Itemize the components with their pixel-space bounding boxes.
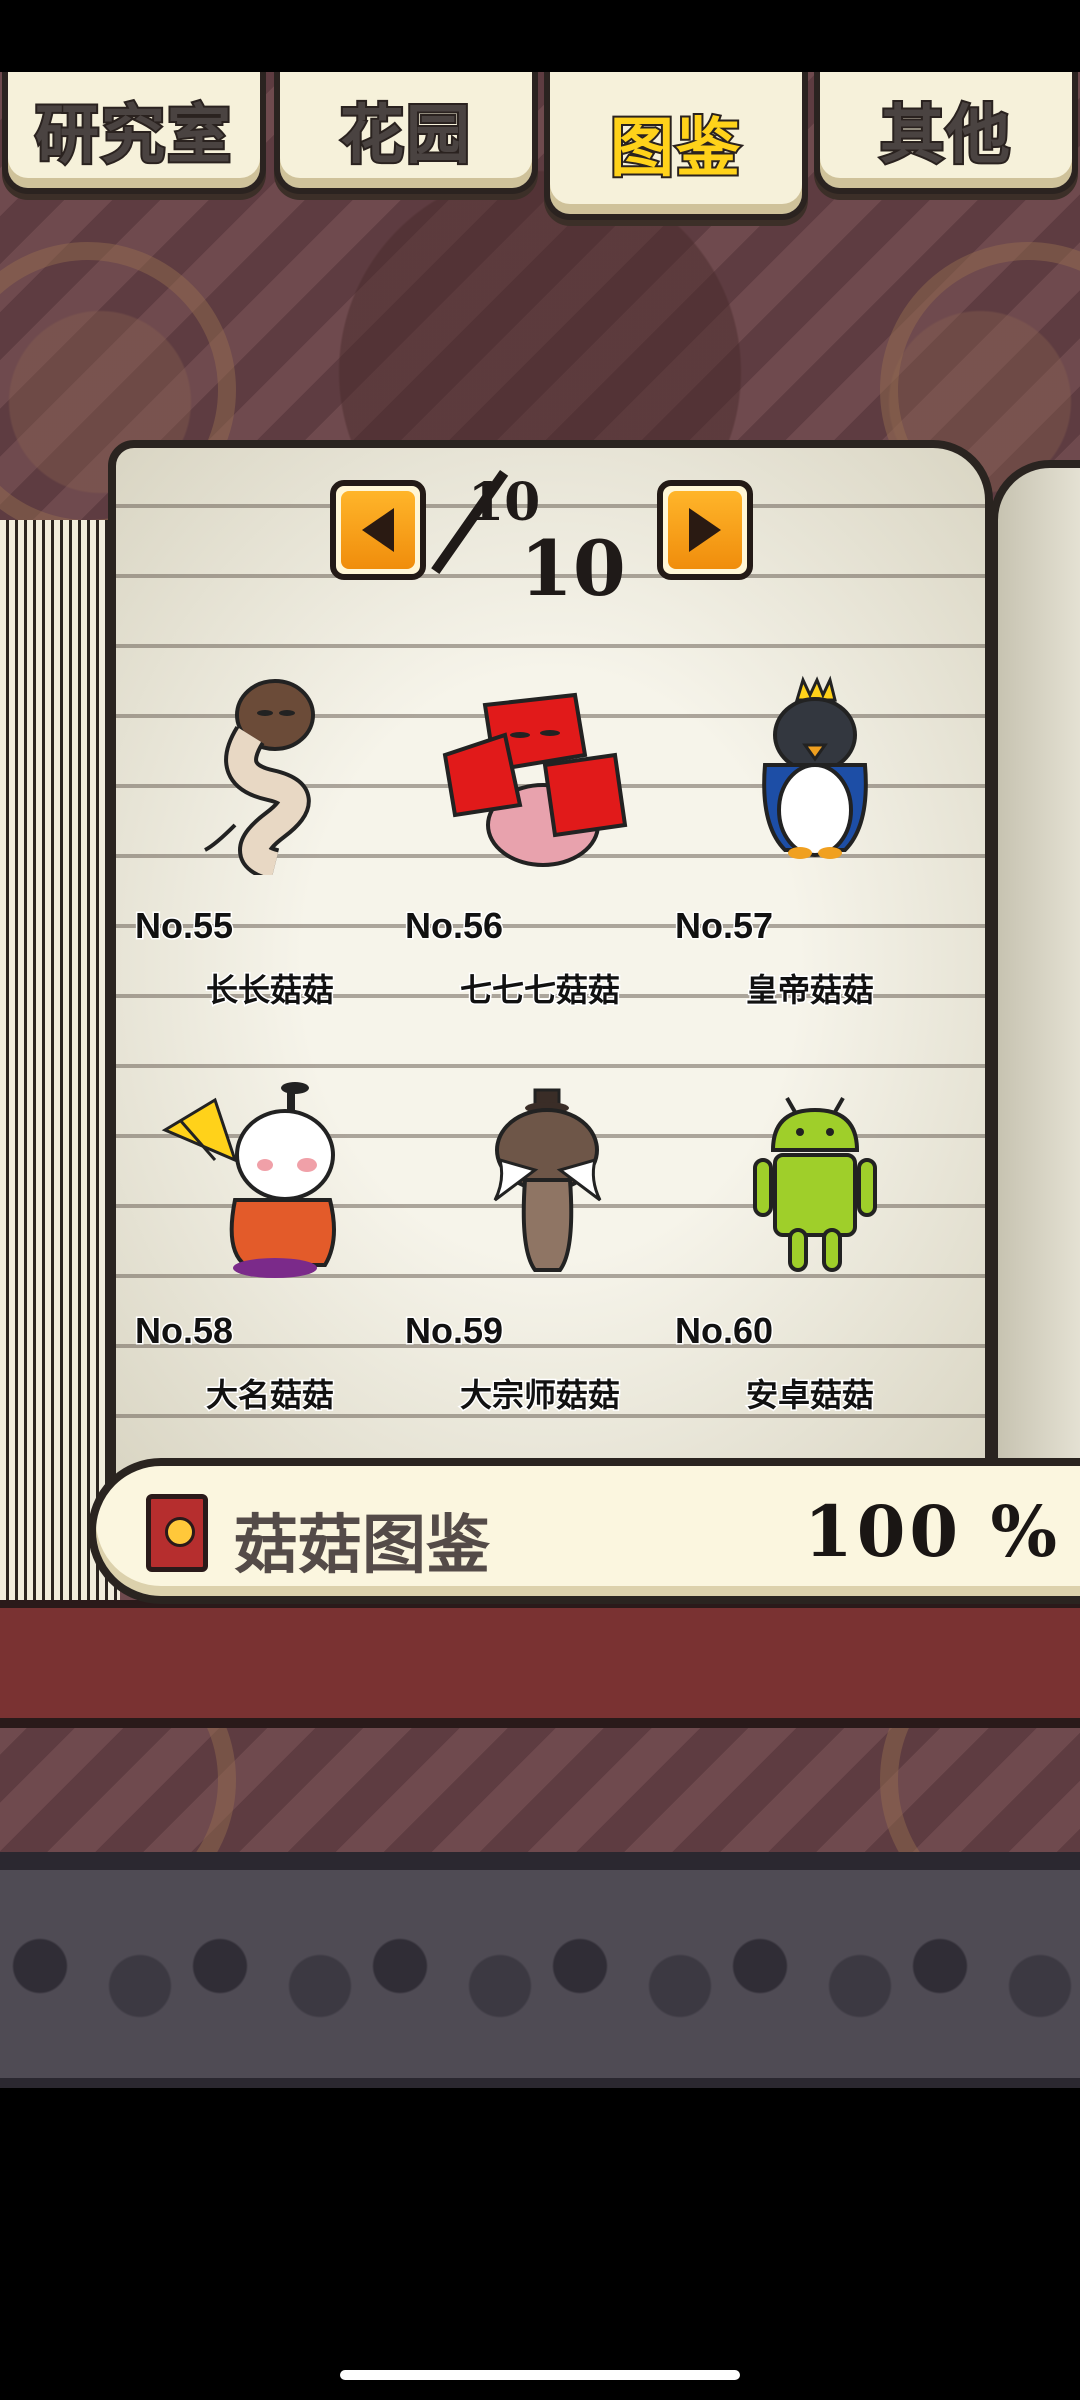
tab-bar: 研究室 花园 图鉴 其他 (0, 72, 1080, 222)
entry-number: No.57 (673, 904, 774, 948)
tab-garden[interactable]: 花园 (274, 72, 538, 194)
next-page-button[interactable] (657, 480, 753, 580)
collection-percentage: 100 % (804, 1490, 1062, 1573)
encyclopedia-entry[interactable]: No.56 七七七菇菇 (403, 675, 655, 1015)
arrow-left-icon (362, 508, 394, 552)
red-777-mushroom-icon (442, 692, 628, 867)
prev-page-button[interactable] (330, 480, 426, 580)
entry-name: 安卓菇菇 (744, 1375, 875, 1416)
entry-name: 大宗师菇菇 (458, 1375, 621, 1416)
encyclopedia-entry[interactable]: No.59 大宗师菇菇 (403, 1080, 655, 1420)
tab-encyclopedia-label: 图鉴 (608, 110, 742, 188)
entry-number: No.59 (403, 1309, 504, 1353)
encyclopedia-entry[interactable]: No.60 安卓菇菇 (673, 1080, 925, 1420)
encyclopedia-entry[interactable]: No.58 大名菇菇 (133, 1080, 385, 1420)
book-icon (146, 1494, 208, 1572)
grandmaster-mushroom-icon (493, 1088, 602, 1272)
entry-number: No.60 (673, 1309, 774, 1353)
tab-encyclopedia[interactable]: 图鉴 (544, 72, 808, 220)
android-mushroom-icon (753, 1097, 877, 1272)
collection-label: 菇菇图鉴 (234, 1509, 490, 1583)
entry-name: 皇帝菇菇 (744, 970, 875, 1011)
daimyo-mushroom-icon (161, 1082, 336, 1278)
tab-laboratory-label: 研究室 (33, 97, 233, 175)
entry-name: 七七七菇菇 (458, 970, 621, 1011)
entry-number: No.58 (133, 1309, 234, 1353)
emperor-penguin-mushroom-icon (762, 675, 868, 859)
collection-progress-bar: 菇菇图鉴 100 % (88, 1458, 1080, 1604)
home-indicator[interactable] (340, 2370, 740, 2380)
entry-name: 长长菇菇 (204, 970, 335, 1011)
tab-other-label: 其他 (878, 97, 1012, 175)
arrow-right-icon (689, 508, 721, 552)
book-cover (0, 1600, 1080, 1728)
tab-other[interactable]: 其他 (814, 72, 1078, 194)
entry-name: 大名菇菇 (204, 1375, 335, 1416)
encyclopedia-entry[interactable]: No.57 皇帝菇菇 (673, 675, 925, 1015)
book-right-page (990, 460, 1080, 1490)
tab-laboratory[interactable]: 研究室 (2, 72, 266, 194)
bottom-ornament-panel (0, 1852, 1080, 2088)
entry-number: No.56 (403, 904, 504, 948)
page-total: 10 (520, 524, 626, 613)
entry-number: No.55 (133, 904, 234, 948)
tab-garden-label: 花园 (338, 97, 472, 175)
long-mushroom-icon (204, 679, 315, 875)
encyclopedia-entry[interactable]: No.55 长长菇菇 (133, 675, 385, 1015)
game-screen: 研究室 花园 图鉴 其他 10 10 No.55 长长菇菇 No.56 七七七菇… (0, 0, 1080, 2400)
book-page-stack (0, 520, 120, 1648)
